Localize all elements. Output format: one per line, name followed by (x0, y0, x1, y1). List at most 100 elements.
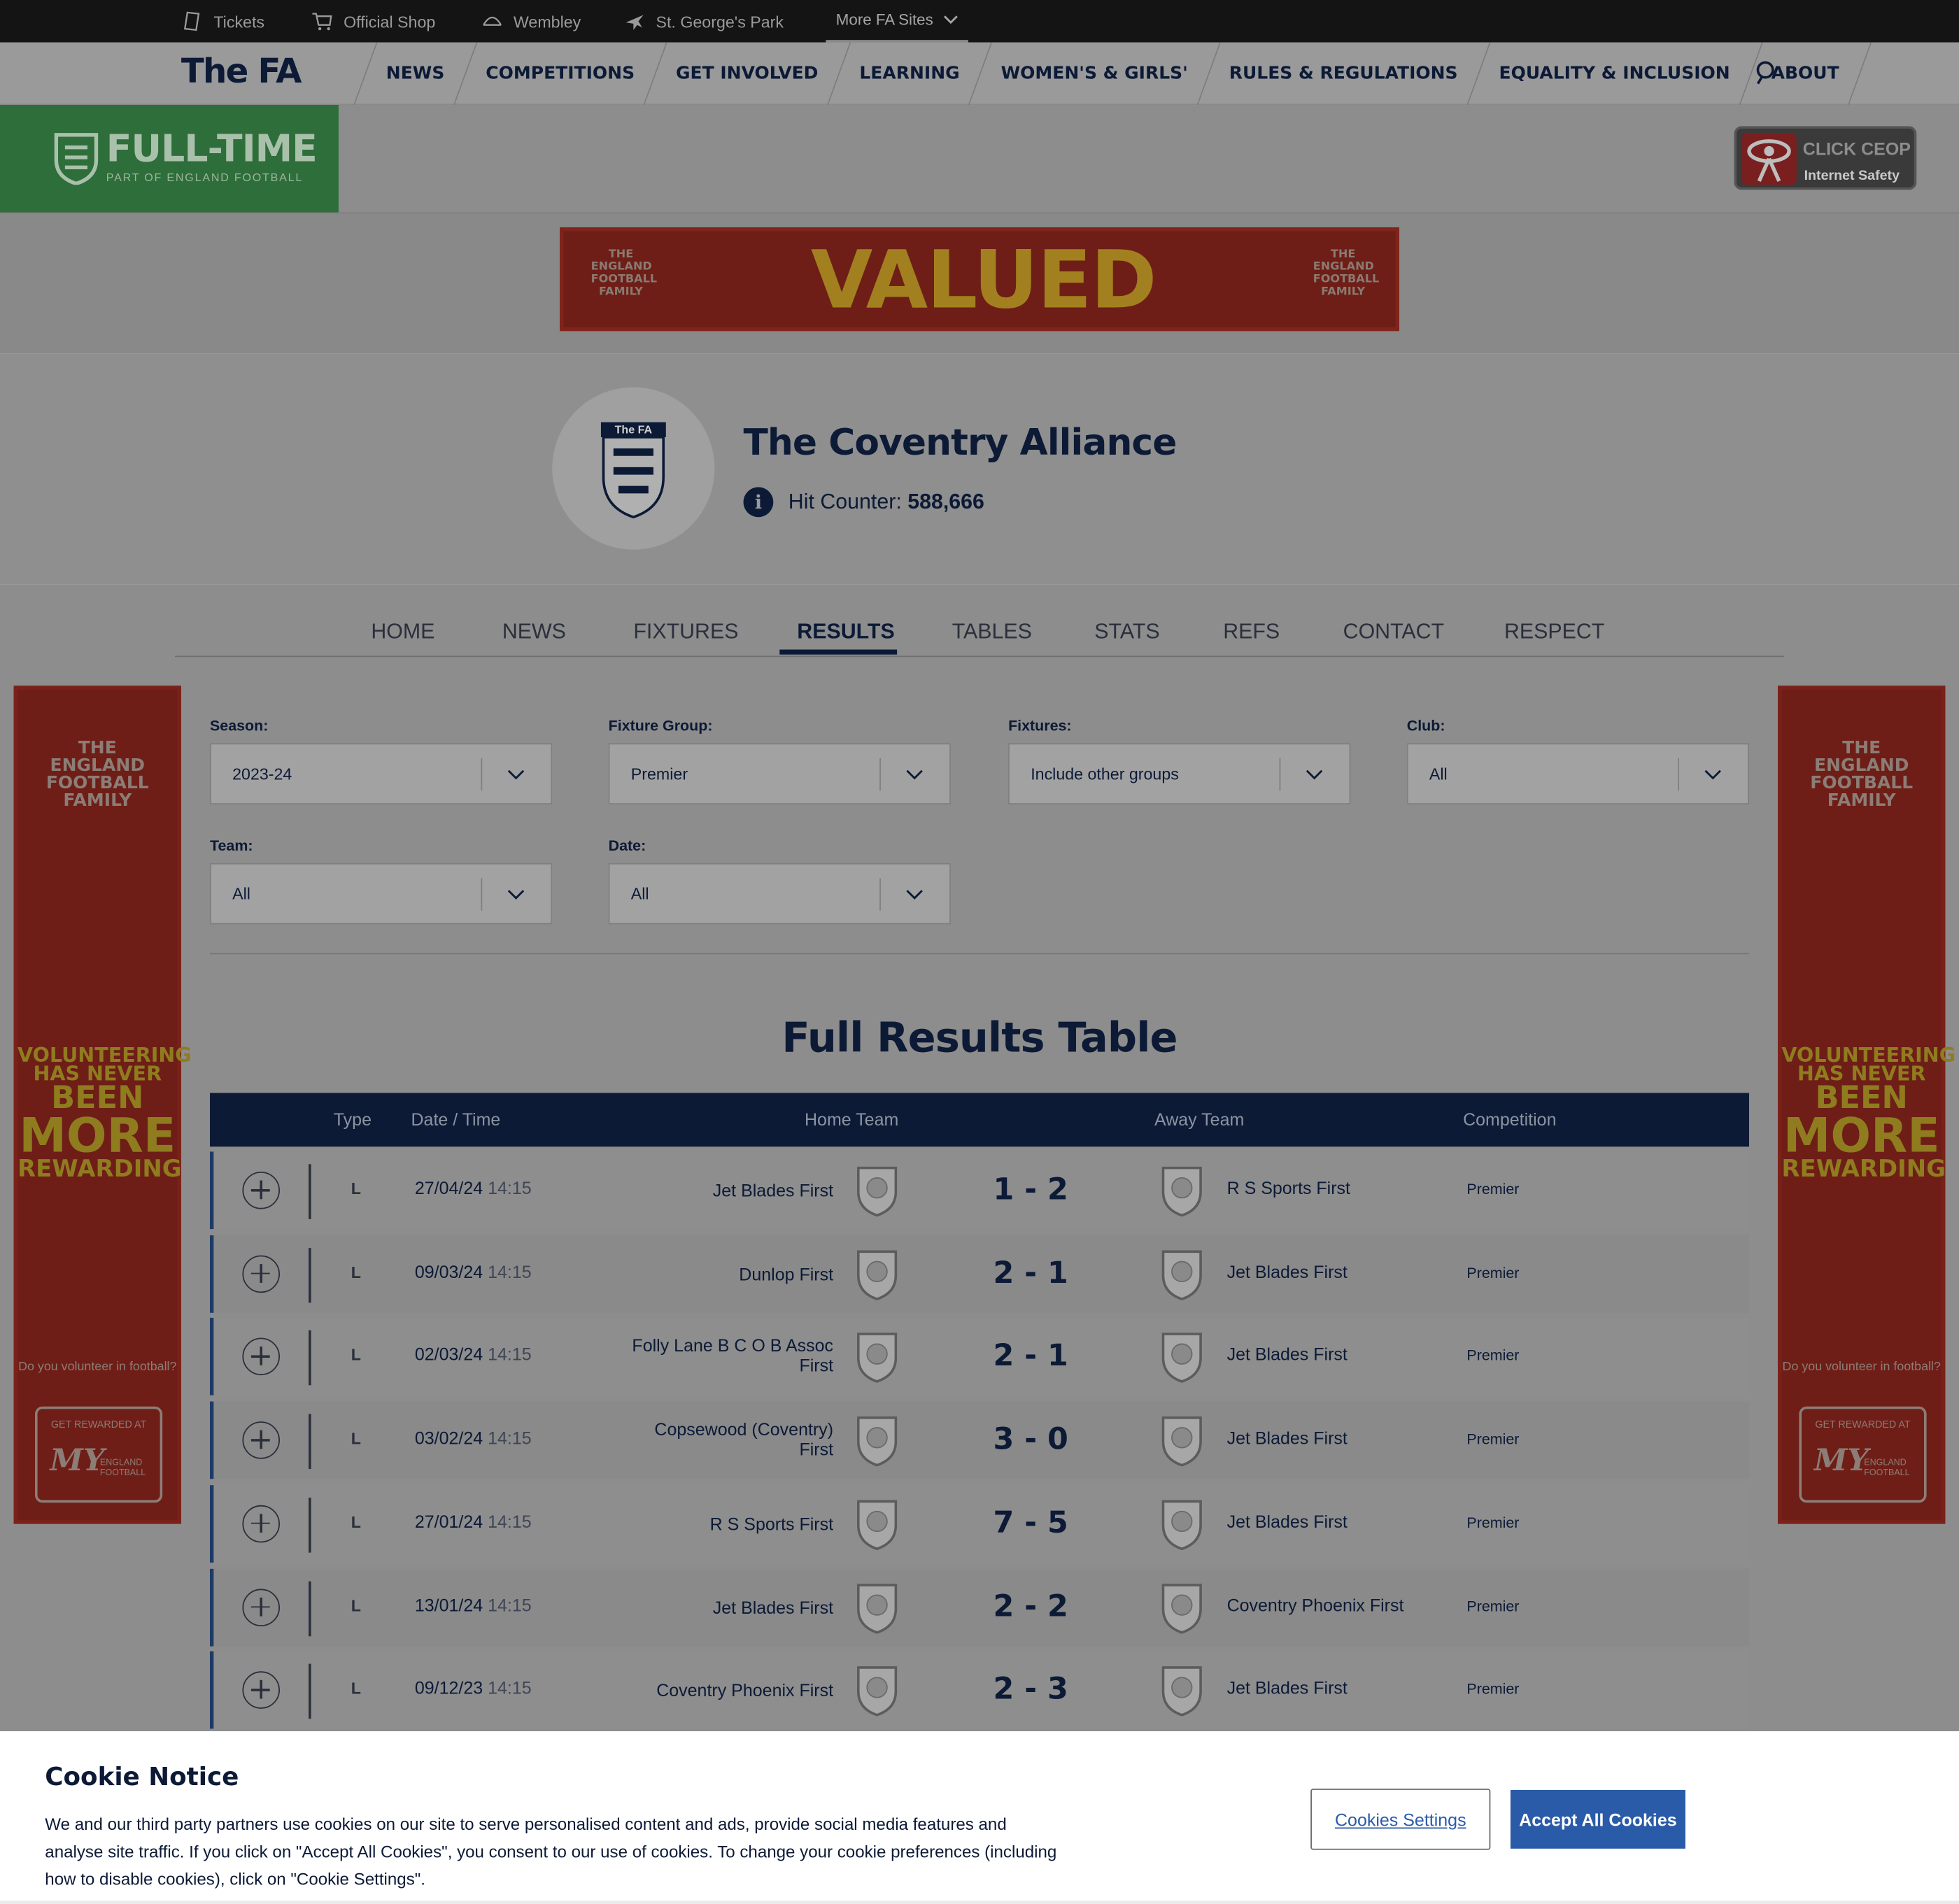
cell-score[interactable]: 2 - 1 (961, 1255, 1101, 1290)
select-divider (1279, 758, 1281, 791)
table-row[interactable]: L 09/03/24 14:15 Dunlop First 2 - 1 Jet Blad… (210, 1235, 1749, 1313)
ceop-title: CLICK CEOP (1802, 138, 1911, 159)
cell-home-team[interactable]: Jet Blades First (571, 1181, 833, 1201)
cell-home-team[interactable]: R S Sports First (571, 1514, 833, 1534)
away-team-badge-icon (1159, 1247, 1204, 1300)
tab-fixtures[interactable]: FIXTURES (633, 620, 738, 645)
nav-item-womens-girls[interactable]: WOMEN'S & GIRLS' (981, 43, 1208, 105)
util-link-wembley[interactable]: Wembley (481, 0, 581, 43)
util-link-sgp[interactable]: St. George's Park (623, 0, 784, 43)
home-team-badge-icon (854, 1414, 899, 1467)
side-ad-box-my: MY (50, 1441, 105, 1478)
select-divider (879, 758, 881, 791)
cell-competition: Premier (1466, 1347, 1520, 1365)
tab-results[interactable]: RESULTS (797, 620, 894, 645)
tab-refs[interactable]: REFS (1223, 620, 1280, 645)
expand-row-icon[interactable] (242, 1671, 280, 1710)
season-select[interactable]: 2023-24 (210, 743, 553, 804)
team-select[interactable]: All (210, 862, 553, 925)
cell-away-team[interactable]: Jet Blades First (1227, 1678, 1348, 1698)
tab-contact[interactable]: CONTACT (1343, 620, 1444, 645)
nav-item-equality-inclusion[interactable]: EQUALITY & INCLUSION (1479, 43, 1750, 105)
cell-home-team[interactable]: Folly Lane B C O B Assoc First (621, 1336, 833, 1376)
cell-home-team[interactable]: Coventry Phoenix First (571, 1680, 833, 1700)
table-row[interactable]: L 03/02/24 14:15 Copsewood (Coventry) Firs… (210, 1401, 1749, 1479)
column-header-type: Type (333, 1109, 372, 1130)
nav-item-competitions[interactable]: COMPETITIONS (466, 43, 655, 105)
cell-type: L (351, 1429, 361, 1448)
cell-away-team[interactable]: Jet Blades First (1227, 1261, 1348, 1281)
side-ad-headline: VOLUNTEERING HAS NEVER BEEN MORE REWARDI… (1781, 1045, 1956, 1181)
util-link-tickets[interactable]: Tickets (181, 0, 264, 43)
cell-score[interactable]: 3 - 0 (961, 1421, 1101, 1456)
cart-icon (312, 13, 332, 31)
date-select[interactable]: All (608, 862, 951, 925)
nav-item-rules-regulations[interactable]: RULES & REGULATIONS (1209, 43, 1478, 105)
cookies-settings-button[interactable]: Cookies Settings (1310, 1789, 1491, 1850)
nav-item-get-involved[interactable]: GET INVOLVED (656, 43, 838, 105)
cell-score[interactable]: 7 - 5 (961, 1505, 1101, 1540)
tab-respect[interactable]: RESPECT (1504, 620, 1604, 645)
side-ad-logo: THE ENGLAND FOOTBALL FAMILY (1781, 739, 1942, 809)
cell-type: L (351, 1179, 361, 1198)
season-label: Season: (210, 717, 269, 734)
home-team-badge-icon (854, 1330, 899, 1384)
nav-item-news[interactable]: NEWS (366, 43, 465, 105)
cell-time: 14:15 (488, 1594, 532, 1615)
expand-row-icon[interactable] (242, 1255, 280, 1293)
cell-score[interactable]: 2 - 1 (961, 1338, 1101, 1373)
side-ad-right[interactable]: THE ENGLAND FOOTBALL FAMILY VOLUNTEERING… (1778, 685, 1956, 1524)
nav-item-learning[interactable]: LEARNING (840, 43, 980, 105)
full-time-subtitle: PART OF ENGLAND FOOTBALL (106, 171, 304, 184)
expand-row-icon[interactable] (242, 1588, 280, 1626)
cell-home-team[interactable]: Copsewood (Coventry) First (621, 1419, 833, 1459)
cell-away-team[interactable]: Jet Blades First (1227, 1344, 1348, 1365)
table-row[interactable]: L 09/12/23 14:15 Coventry Phoenix First 2 -… (210, 1651, 1749, 1729)
cell-away-team[interactable]: R S Sports First (1227, 1178, 1350, 1198)
tab-home[interactable]: HOME (371, 620, 434, 645)
club-select[interactable]: All (1406, 743, 1749, 804)
tab-tables[interactable]: TABLES (952, 620, 1032, 645)
cell-away-team[interactable]: Jet Blades First (1227, 1428, 1348, 1448)
active-tab-indicator (779, 649, 898, 655)
home-team-badge-icon (854, 1164, 899, 1217)
cell-score[interactable]: 2 - 2 (961, 1589, 1101, 1624)
table-row[interactable]: L 27/04/24 14:15 Jet Blades First 1 - 2 R S … (210, 1151, 1749, 1230)
expand-row-icon[interactable] (242, 1172, 280, 1209)
the-fa-logo[interactable]: The FA (181, 52, 302, 91)
valued-banner-ad[interactable]: THE ENGLAND FOOTBALL FAMILY VALUED THE E… (560, 227, 1399, 332)
side-ad-logo-line: FAMILY (63, 790, 132, 811)
search-icon[interactable] (1752, 57, 1782, 87)
cell-away-team[interactable]: Jet Blades First (1227, 1511, 1348, 1531)
tab-news[interactable]: NEWS (502, 620, 566, 645)
cell-home-team[interactable]: Dunlop First (571, 1264, 833, 1284)
england-football-family-logo: THE ENGLAND FOOTBALL FAMILY (1313, 248, 1380, 299)
accept-all-cookies-button[interactable]: Accept All Cookies (1510, 1789, 1685, 1849)
cell-competition: Premier (1466, 1430, 1520, 1448)
cell-home-team[interactable]: Jet Blades First (571, 1597, 833, 1617)
table-row[interactable]: L 13/01/24 14:15 Jet Blades First 2 - 2 Cove… (210, 1568, 1749, 1646)
side-ad-left[interactable]: THE ENGLAND FOOTBALL FAMILY VOLUNTEERING… (13, 685, 192, 1524)
column-header-away-team: Away Team (1154, 1109, 1245, 1130)
table-row[interactable]: L 27/01/24 14:15 R S Sports First 7 - 5 Jet … (210, 1484, 1749, 1563)
expand-row-icon[interactable] (242, 1421, 280, 1459)
select-divider (481, 758, 483, 791)
cell-score[interactable]: 1 - 2 (961, 1172, 1101, 1207)
more-fa-sites-dropdown[interactable]: More FA Sites (826, 0, 968, 43)
tab-stats[interactable]: STATS (1094, 620, 1159, 645)
full-time-logo[interactable]: FULL-TIME PART OF ENGLAND FOOTBALL (0, 105, 339, 213)
cell-score[interactable]: 2 - 3 (961, 1672, 1101, 1707)
side-ad-logo-line: ENGLAND (1813, 755, 1909, 776)
expand-row-icon[interactable] (242, 1338, 280, 1376)
util-link-shop[interactable]: Official Shop (311, 0, 436, 43)
table-row[interactable]: L 02/03/24 14:15 Folly Lane B C O B Assoc … (210, 1318, 1749, 1396)
side-ad-logo-line: ENGLAND (50, 755, 146, 776)
cell-away-team[interactable]: Coventry Phoenix First (1227, 1594, 1404, 1614)
fixture-group-select[interactable]: Premier (608, 743, 951, 804)
click-ceop-button[interactable]: CLICK CEOP Internet Safety (1734, 126, 1917, 190)
fixtures-select[interactable]: Include other groups (1008, 743, 1351, 804)
expand-row-icon[interactable] (242, 1505, 280, 1542)
cell-date-time: 03/02/24 14:15 (415, 1428, 532, 1448)
util-label: Official Shop (344, 11, 436, 31)
row-divider (309, 1663, 311, 1719)
